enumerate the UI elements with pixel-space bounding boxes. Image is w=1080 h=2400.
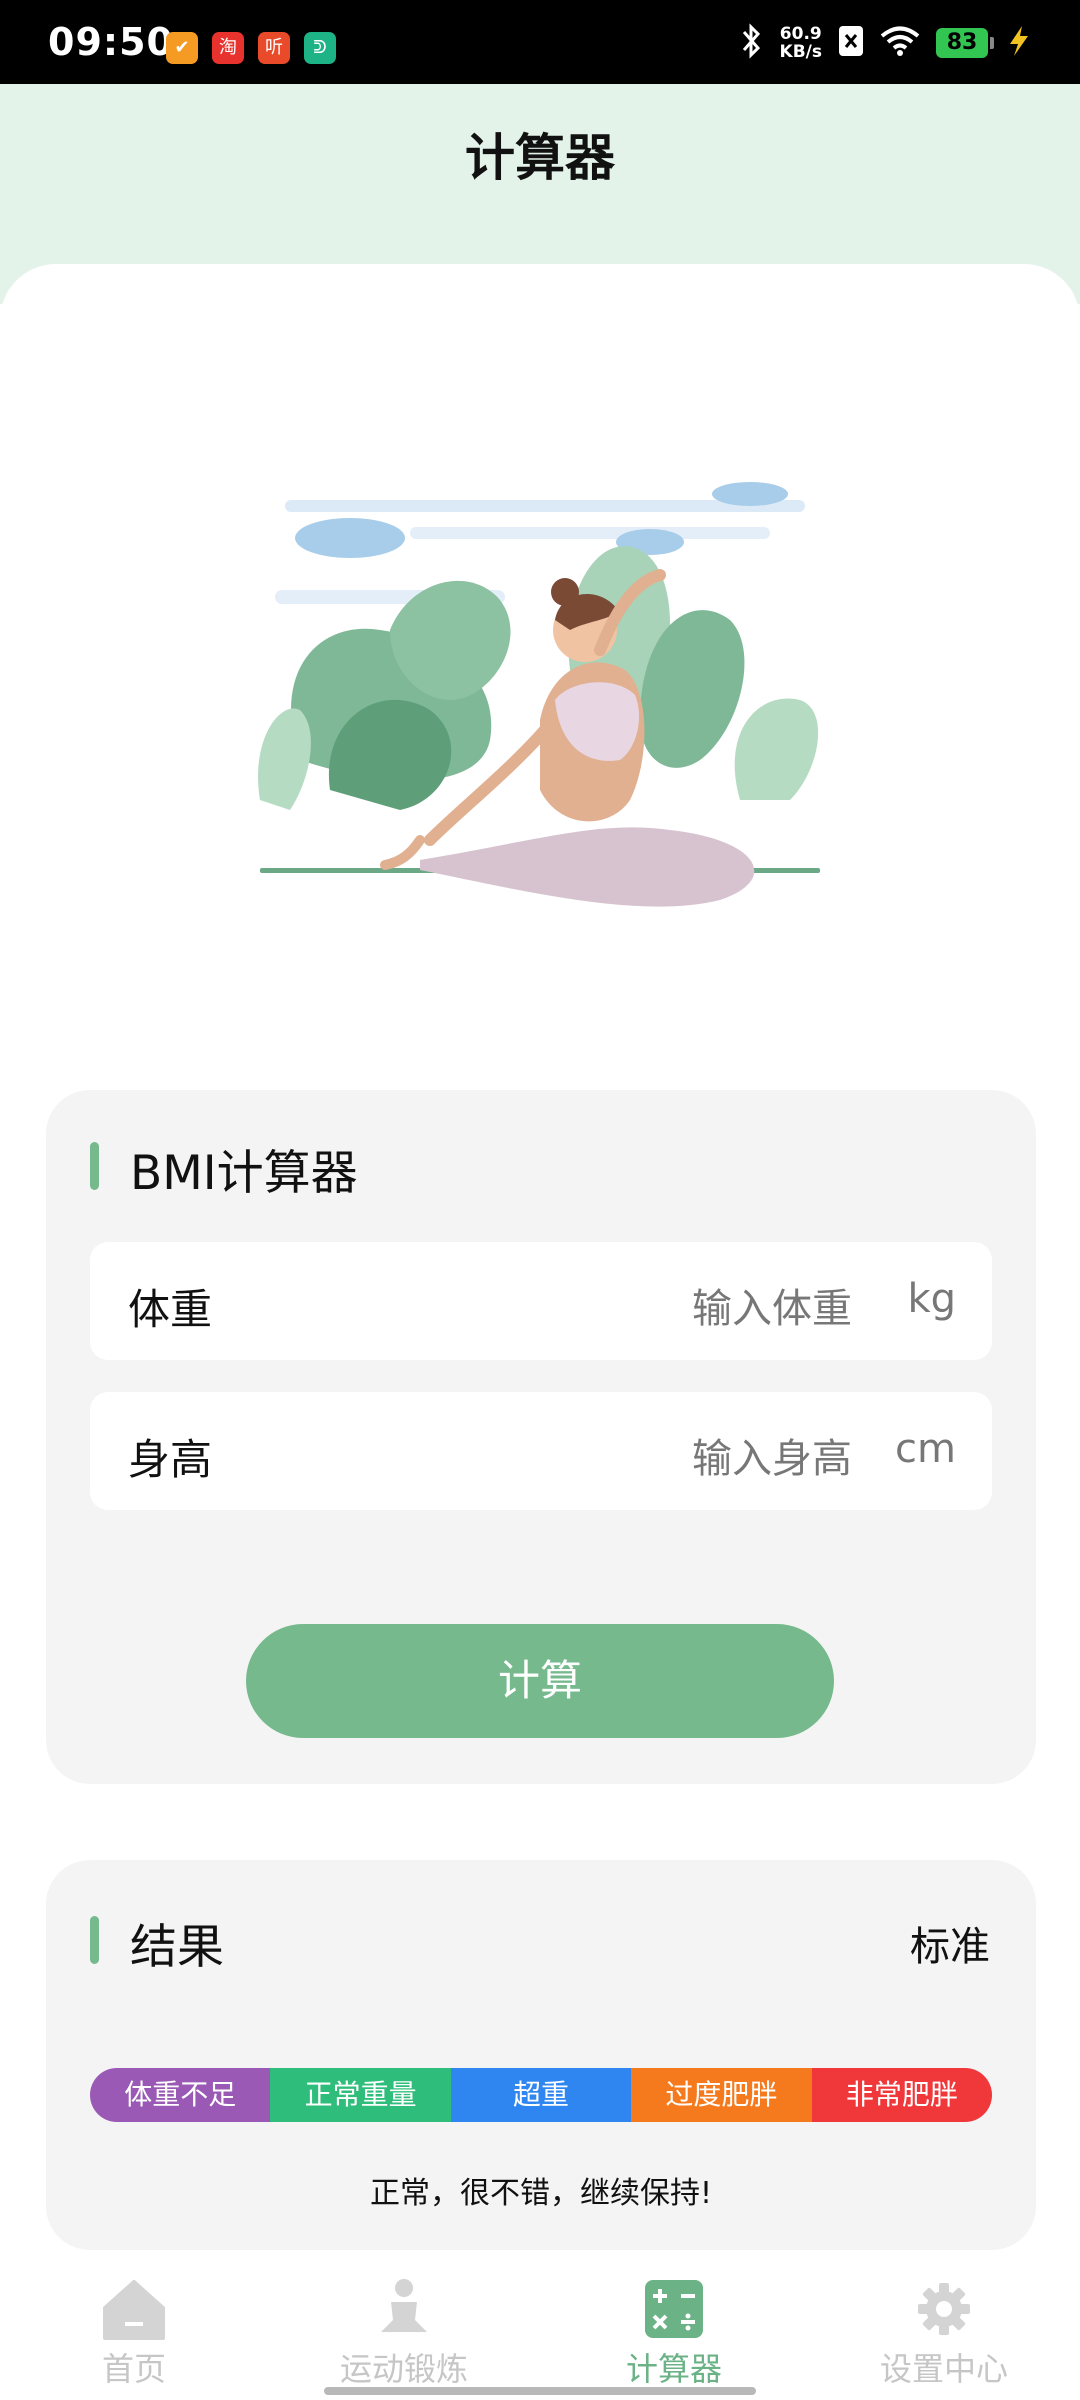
sim-icon [838, 25, 864, 61]
battery-indicator: 83 [936, 28, 994, 58]
mi-icon: ᕲ [304, 32, 336, 64]
bmi-scale-bar: 体重不足 正常重量 超重 过度肥胖 非常肥胖 [90, 2068, 992, 2122]
tab-label: 首页 [101, 2350, 166, 2388]
calculate-button[interactable]: 计算 [246, 1624, 834, 1738]
home-icon [103, 2280, 165, 2340]
taobao-icon: 淘 [212, 32, 244, 64]
bmi-status: 标准 [910, 1924, 990, 1970]
clock: 09:50 [48, 20, 174, 64]
weight-label: 体重 [128, 1285, 213, 1334]
scale-underweight: 体重不足 [90, 2068, 271, 2122]
scale-obese: 过度肥胖 [631, 2068, 812, 2122]
scale-normal: 正常重量 [270, 2068, 451, 2122]
title-accent-bar [90, 1142, 99, 1190]
bottom-tab-bar: 首页 运动锻炼 计算器 设置中心 [0, 2250, 1080, 2400]
taobao-badge-icon: ✔ [166, 32, 198, 64]
yoga-icon [381, 2279, 427, 2332]
height-field[interactable]: 身高 输入身高 cm [90, 1392, 992, 1510]
network-speed: 60.9 KB/s [779, 24, 822, 62]
scale-overweight: 超重 [450, 2068, 632, 2122]
ting-icon: 听 [258, 32, 290, 64]
bmi-card-title: BMI计算器 [130, 1146, 358, 1201]
wifi-icon [880, 25, 920, 61]
result-card: 结果 标准 体重不足 正常重量 超重 过度肥胖 非常肥胖 正常，很不错，继续保持… [46, 1860, 1036, 2250]
status-bar: 09:50 ✔ 淘 听 ᕲ 60.9 KB/s 83 [0, 0, 1080, 84]
tab-home[interactable]: 首页 [34, 2274, 234, 2390]
tab-calculator[interactable]: 计算器 [574, 2274, 774, 2390]
yoga-illustration [258, 482, 820, 907]
charging-icon [1004, 24, 1034, 62]
tab-label: 设置中心 [879, 2350, 1008, 2388]
weight-unit: kg [907, 1276, 956, 1322]
page-title: 计算器 [465, 129, 615, 187]
home-indicator[interactable] [324, 2387, 756, 2395]
bluetooth-icon [738, 23, 764, 63]
title-accent-bar [90, 1916, 99, 1964]
scale-very-obese: 非常肥胖 [811, 2068, 992, 2122]
weight-field[interactable]: 体重 输入体重 kg [90, 1242, 992, 1360]
result-card-title: 结果 [130, 1920, 224, 1975]
height-label: 身高 [128, 1435, 213, 1484]
result-advice: 正常，很不错，继续保持! [369, 2176, 713, 2211]
tab-label: 计算器 [625, 2350, 722, 2388]
tab-label: 运动锻炼 [339, 2350, 468, 2388]
weight-input[interactable]: 输入体重 [692, 1276, 852, 1334]
height-unit: cm [895, 1426, 956, 1472]
gear-icon [918, 2283, 970, 2335]
tab-settings[interactable]: 设置中心 [844, 2274, 1044, 2390]
bmi-calculator-card: BMI计算器 体重 输入体重 kg 身高 输入身高 cm 计算 [46, 1090, 1036, 1784]
height-input[interactable]: 输入身高 [692, 1426, 852, 1484]
calculator-icon [645, 2280, 703, 2338]
tab-exercise[interactable]: 运动锻炼 [304, 2274, 504, 2390]
